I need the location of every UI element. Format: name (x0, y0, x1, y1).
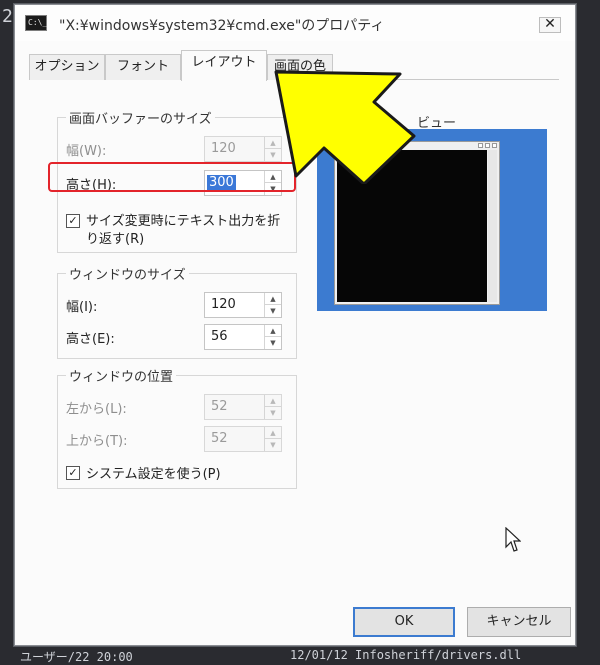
wrap-text-checkbox[interactable]: ✓ (66, 214, 80, 228)
dialog-title: "X:¥windows¥system32¥cmd.exe"のプロパティ (59, 18, 385, 34)
tab-font[interactable]: フォント (105, 54, 181, 80)
window-position-title: ウィンドウの位置 (66, 366, 177, 385)
window-size-title: ウィンドウのサイズ (66, 264, 189, 283)
annotation-highlight-box (48, 162, 296, 192)
spin-up-icon: ▲ (265, 395, 281, 407)
window-left-label: 左から(L): (66, 402, 127, 417)
window-width-spinner[interactable]: 120 ▲ ▼ (204, 292, 282, 318)
window-top-spinner: 52 ▲ ▼ (204, 426, 282, 452)
mouse-cursor-icon (505, 527, 521, 552)
window-left-value: 52 (211, 399, 228, 414)
spin-up-icon[interactable]: ▲ (265, 293, 281, 305)
window-height-label: 高さ(E): (66, 332, 115, 347)
window-position-group: ウィンドウの位置 左から(L): 52 ▲ ▼ 上から(T): 52 ▲ ▼ ✓ シ… (57, 366, 297, 489)
wrap-text-label-line1: サイズ変更時にテキスト出力を折 (86, 214, 281, 229)
system-settings-checkbox[interactable]: ✓ (66, 466, 80, 480)
tab-options[interactable]: オプション (29, 54, 105, 80)
window-left-spinner: 52 ▲ ▼ (204, 394, 282, 420)
annotation-arrow-icon (274, 70, 416, 184)
window-top-value: 52 (211, 431, 228, 446)
buffer-width-label: 幅(W): (66, 144, 107, 159)
spin-down-icon: ▼ (270, 409, 276, 417)
wrap-text-label-line2: り返す(R) (86, 232, 145, 247)
spin-down-icon[interactable]: ▼ (265, 337, 281, 349)
spin-down-icon[interactable]: ▼ (265, 305, 281, 317)
title-bar[interactable]: C:\_ "X:¥windows¥system32¥cmd.exe"のプロパティ… (15, 5, 575, 41)
cancel-button[interactable]: キャンセル (467, 607, 571, 637)
ok-button[interactable]: OK (353, 607, 455, 637)
preview-max-icon (478, 143, 483, 148)
spin-up-icon: ▲ (265, 427, 281, 439)
background-bottom-left-text: ユーザー/22 20:00 (20, 650, 133, 664)
window-width-value[interactable]: 120 (211, 297, 236, 312)
buffer-width-value: 120 (211, 141, 236, 156)
preview-scrollbar (488, 150, 497, 302)
window-width-label: 幅(I): (66, 300, 98, 315)
cmd-app-icon: C:\_ (25, 15, 47, 31)
spin-down-icon: ▼ (270, 441, 276, 449)
close-button[interactable]: ✕ (539, 17, 561, 33)
window-size-group: ウィンドウのサイズ 幅(I): 120 ▲ ▼ 高さ(E): 56 ▲ ▼ (57, 264, 297, 359)
preview-restore-icon (485, 143, 490, 148)
screen-buffer-size-title: 画面バッファーのサイズ (66, 108, 215, 127)
spin-up-icon[interactable]: ▲ (265, 325, 281, 337)
window-top-label: 上から(T): (66, 434, 128, 449)
system-settings-label: システム設定を使う(P) (86, 467, 221, 482)
window-height-spinner[interactable]: 56 ▲ ▼ (204, 324, 282, 350)
preview-close-icon (492, 143, 497, 148)
tab-layout[interactable]: レイアウト (181, 50, 267, 81)
background-bottom-right-text: 12/01/12 Infosheriff/drivers.dll (290, 648, 522, 662)
window-height-value[interactable]: 56 (211, 329, 228, 344)
